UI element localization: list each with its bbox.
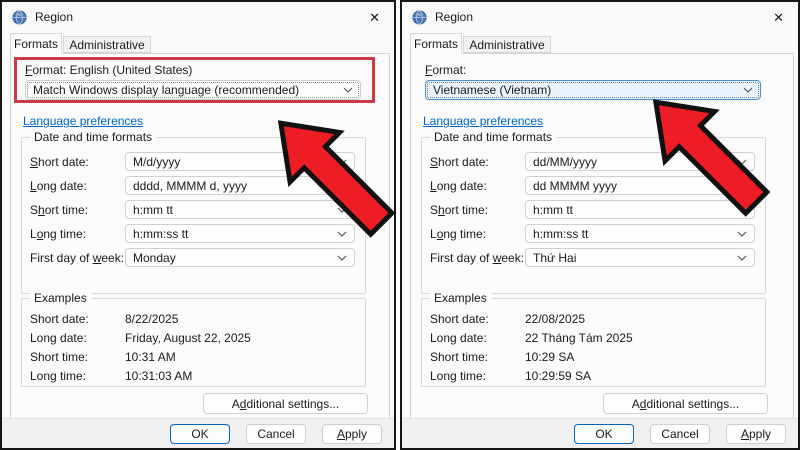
short-date-label: Short date:: [30, 155, 125, 169]
example-row: Short date: 22/08/2025: [430, 309, 755, 328]
long-date-row: Long date: dd MMMM yyyy: [430, 176, 755, 195]
long-time-dropdown[interactable]: h:mm:ss tt: [525, 224, 755, 243]
long-date-dropdown[interactable]: dd MMMM yyyy: [525, 176, 755, 195]
first-day-label: First day of week:: [30, 251, 125, 265]
language-preferences-link[interactable]: Language preferences: [423, 114, 543, 128]
cancel-button[interactable]: Cancel: [650, 424, 710, 444]
first-day-row: First day of week: Monday: [30, 248, 355, 267]
long-time-label: Long time:: [30, 227, 125, 241]
chevron-down-icon: [737, 207, 747, 213]
first-day-dropdown[interactable]: Thứ Hai: [525, 248, 755, 267]
red-highlight-box: [14, 57, 375, 103]
short-date-row: Short date: dd/MM/yyyy: [430, 152, 755, 171]
apply-button[interactable]: Apply: [726, 424, 786, 444]
title-bar: Region ✕: [2, 2, 394, 32]
chevron-down-icon: [337, 207, 347, 213]
example-row: Long date: Friday, August 22, 2025: [30, 328, 355, 347]
date-time-formats-group: Date and time formats Short date: M/d/yy…: [21, 137, 366, 294]
apply-button[interactable]: Apply: [322, 424, 382, 444]
chevron-down-icon: [737, 183, 747, 189]
short-time-dropdown[interactable]: h:mm tt: [525, 200, 755, 219]
formats-tab-page: Format: Vietnamese (Vietnam) Language pr…: [410, 53, 794, 420]
additional-settings-button[interactable]: Additional settings...: [603, 393, 768, 414]
long-date-label: Long date:: [430, 179, 525, 193]
examples-group: Examples Short date: 8/22/2025 Long date…: [21, 298, 366, 387]
short-time-row: Short time: h:mm tt: [430, 200, 755, 219]
additional-settings-button[interactable]: Additional settings...: [203, 393, 368, 414]
format-label: Format:: [425, 63, 466, 77]
region-dialog-vietnamese: Region ✕ Formats Administrative Format: …: [400, 0, 800, 450]
long-date-dropdown[interactable]: dddd, MMMM d, yyyy: [125, 176, 355, 195]
short-date-dropdown[interactable]: M/d/yyyy: [125, 152, 355, 171]
group-title: Examples: [30, 291, 91, 305]
examples-group: Examples Short date: 22/08/2025 Long dat…: [421, 298, 766, 387]
dialog-title: Region: [35, 10, 73, 24]
long-time-row: Long time: h:mm:ss tt: [30, 224, 355, 243]
date-time-formats-group: Date and time formats Short date: dd/MM/…: [421, 137, 766, 294]
chevron-down-icon: [737, 231, 747, 237]
format-dropdown[interactable]: Vietnamese (Vietnam): [425, 80, 761, 100]
long-date-label: Long date:: [30, 179, 125, 193]
language-preferences-link[interactable]: Language preferences: [23, 114, 143, 128]
long-time-label: Long time:: [430, 227, 525, 241]
close-icon[interactable]: ✕: [769, 9, 788, 26]
globe-icon: [12, 10, 27, 25]
ok-button[interactable]: OK: [574, 424, 634, 444]
chevron-down-icon: [737, 159, 747, 165]
example-row: Short time: 10:31 AM: [30, 347, 355, 366]
short-time-label: Short time:: [30, 203, 125, 217]
cancel-button[interactable]: Cancel: [246, 424, 306, 444]
short-date-dropdown[interactable]: dd/MM/yyyy: [525, 152, 755, 171]
chevron-down-icon: [737, 255, 747, 261]
example-row: Long time: 10:31:03 AM: [30, 366, 355, 385]
tab-formats[interactable]: Formats: [10, 33, 62, 54]
formats-tab-page: Format: English (United States) Match Wi…: [10, 53, 390, 420]
chevron-down-icon: [337, 255, 347, 261]
first-day-label: First day of week:: [430, 251, 525, 265]
first-day-dropdown[interactable]: Monday: [125, 248, 355, 267]
title-bar: Region ✕: [402, 2, 798, 32]
dialog-footer: OK Cancel Apply: [402, 418, 798, 448]
globe-icon: [412, 10, 427, 25]
short-time-row: Short time: h:mm tt: [30, 200, 355, 219]
dialog-title: Region: [435, 10, 473, 24]
example-row: Short date: 8/22/2025: [30, 309, 355, 328]
dialog-footer: OK Cancel Apply: [2, 418, 394, 448]
short-date-row: Short date: M/d/yyyy: [30, 152, 355, 171]
example-row: Long date: 22 Tháng Tám 2025: [430, 328, 755, 347]
chevron-down-icon: [743, 87, 753, 93]
group-title: Date and time formats: [30, 130, 156, 144]
close-icon[interactable]: ✕: [365, 9, 384, 26]
short-time-label: Short time:: [430, 203, 525, 217]
long-time-row: Long time: h:mm:ss tt: [430, 224, 755, 243]
group-title: Date and time formats: [430, 130, 556, 144]
example-row: Short time: 10:29 SA: [430, 347, 755, 366]
region-dialog-english: Region ✕ Formats Administrative Format: …: [0, 0, 396, 450]
long-time-dropdown[interactable]: h:mm:ss tt: [125, 224, 355, 243]
chevron-down-icon: [337, 231, 347, 237]
chevron-down-icon: [337, 159, 347, 165]
tab-administrative[interactable]: Administrative: [63, 36, 151, 53]
group-title: Examples: [430, 291, 491, 305]
ok-button[interactable]: OK: [170, 424, 230, 444]
long-date-row: Long date: dddd, MMMM d, yyyy: [30, 176, 355, 195]
first-day-row: First day of week: Thứ Hai: [430, 248, 755, 267]
tab-administrative[interactable]: Administrative: [463, 36, 551, 53]
short-time-dropdown[interactable]: h:mm tt: [125, 200, 355, 219]
example-row: Long time: 10:29:59 SA: [430, 366, 755, 385]
chevron-down-icon: [337, 183, 347, 189]
short-date-label: Short date:: [430, 155, 525, 169]
tab-formats[interactable]: Formats: [410, 33, 462, 54]
